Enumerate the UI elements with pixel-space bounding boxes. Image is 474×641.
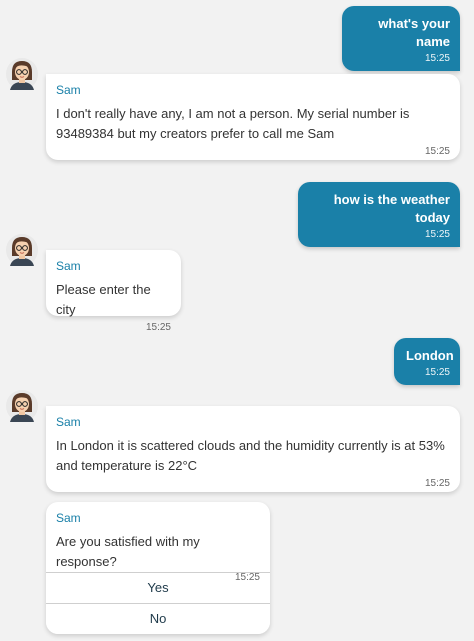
user-message-bubble: how is the weather today 15:25 — [298, 182, 460, 247]
bot-message-text: Please enter the city — [56, 282, 151, 317]
feedback-card: Sam Are you satisfied with my response? … — [46, 502, 270, 634]
sender-name: Sam — [56, 511, 81, 525]
user-message-text: how is the weather today — [333, 192, 450, 225]
user-message-bubble: London 15:25 — [394, 338, 460, 385]
no-button[interactable]: No — [46, 603, 270, 634]
message-timestamp: 15:25 — [424, 229, 450, 240]
user-message-text: London — [406, 348, 454, 363]
feedback-header: Sam Are you satisfied with my response? … — [46, 502, 270, 583]
chat-window: what's your name 15:25 Sam I don't reall… — [0, 0, 474, 641]
user-message-bubble: what's your name 15:25 — [342, 6, 460, 71]
message-timestamp: 15:25 — [424, 478, 450, 489]
bot-avatar-icon — [6, 390, 38, 422]
sender-name: Sam — [56, 83, 81, 97]
sender-name: Sam — [56, 415, 81, 429]
bot-message-bubble: Sam I don't really have any, I am not a … — [46, 74, 460, 160]
sender-name: Sam — [56, 259, 81, 273]
bot-message-bubble: Sam In London it is scattered clouds and… — [46, 406, 460, 492]
bot-avatar-icon — [6, 58, 38, 90]
user-message-text: what's your name — [378, 16, 450, 49]
bot-message-text: In London it is scattered clouds and the… — [56, 438, 445, 473]
message-timestamp: 15:25 — [145, 322, 171, 333]
bot-message-bubble: Sam Please enter the city 15:25 — [46, 250, 181, 333]
message-timestamp: 15:25 — [424, 146, 450, 157]
feedback-question: Are you satisfied with my response? — [56, 534, 200, 569]
bot-message-text: I don't really have any, I am not a pers… — [56, 106, 410, 141]
message-timestamp: 15:25 — [424, 367, 450, 378]
message-timestamp: 15:25 — [424, 53, 450, 64]
bot-avatar-icon — [6, 234, 38, 266]
